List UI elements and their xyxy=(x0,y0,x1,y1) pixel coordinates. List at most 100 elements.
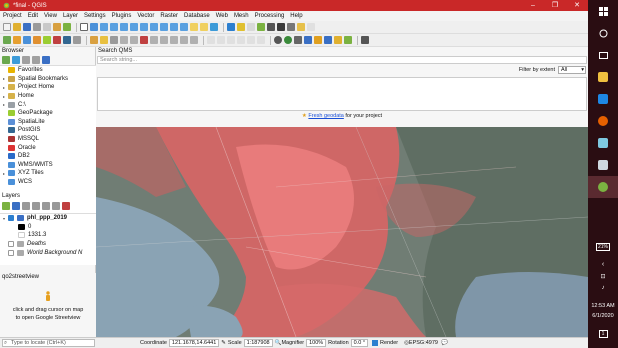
menu-raster[interactable]: Raster xyxy=(160,13,178,19)
locator-input[interactable]: ⌕ Type to locate (Ctrl+K) xyxy=(2,339,95,347)
save-as-icon[interactable] xyxy=(33,23,41,31)
manage-themes-icon[interactable] xyxy=(22,202,30,210)
measure-icon[interactable] xyxy=(277,23,285,31)
browser-item-wcs[interactable]: WCS xyxy=(0,178,96,187)
chevron-up-icon[interactable]: ‹ xyxy=(588,261,618,268)
identify-icon[interactable] xyxy=(227,23,235,31)
change-label-icon[interactable] xyxy=(257,36,265,44)
menu-vector[interactable]: Vector xyxy=(137,13,154,19)
clock-date[interactable]: 6/1/2020 xyxy=(588,313,618,319)
zoom-layer-icon[interactable] xyxy=(150,23,158,31)
search-button[interactable] xyxy=(588,22,618,44)
network-icon[interactable]: ⊡ xyxy=(588,273,618,280)
open-project-icon[interactable] xyxy=(13,23,21,31)
digitize-icon[interactable] xyxy=(120,36,128,44)
coordinate-field[interactable]: 121.1678,14.6441 xyxy=(168,339,220,347)
undo-icon[interactable] xyxy=(180,36,188,44)
style-layer-icon[interactable] xyxy=(2,202,10,210)
layer-checkbox[interactable] xyxy=(8,249,14,256)
layout-manager-icon[interactable] xyxy=(53,23,61,31)
browser-item-postgis[interactable]: PostGIS xyxy=(0,126,96,135)
cut-features-icon[interactable] xyxy=(150,36,158,44)
add-group-icon[interactable] xyxy=(12,202,20,210)
zoom-last-icon[interactable] xyxy=(170,23,178,31)
statistics-icon[interactable] xyxy=(267,23,275,31)
plugin-i-icon[interactable] xyxy=(361,36,369,44)
zoom-out-icon[interactable] xyxy=(110,23,118,31)
menu-help[interactable]: Help xyxy=(290,13,302,19)
layer-checkbox[interactable] xyxy=(8,215,14,222)
render-checkbox[interactable] xyxy=(372,340,379,346)
menu-web[interactable]: Web xyxy=(216,13,228,19)
browser-item-xyz-tiles[interactable]: ▸ XYZ Tiles xyxy=(0,169,96,178)
menu-edit[interactable]: Edit xyxy=(28,13,38,19)
menu-mesh[interactable]: Mesh xyxy=(234,13,249,19)
zoom-selection-icon[interactable] xyxy=(140,23,148,31)
taskbar-firefox[interactable] xyxy=(588,110,618,132)
collapse-all-icon[interactable] xyxy=(32,56,40,64)
menu-database[interactable]: Database xyxy=(184,13,210,19)
plugin-e-icon[interactable] xyxy=(314,36,322,44)
layer-row[interactable]: Deaths xyxy=(0,240,96,249)
browser-item-spatial-bookmarks[interactable]: ▸ Spatial Bookmarks xyxy=(0,75,96,84)
maximize-button[interactable]: ❐ xyxy=(544,0,566,11)
menu-view[interactable]: View xyxy=(44,13,57,19)
pan-to-selection-icon[interactable] xyxy=(90,23,98,31)
map-canvas[interactable] xyxy=(96,127,588,337)
browser-item-mssql[interactable]: MSSQL xyxy=(0,135,96,144)
zoom-native-icon[interactable] xyxy=(160,23,168,31)
add-raster-icon[interactable] xyxy=(23,36,31,44)
browser-item-home[interactable]: ▸ Home xyxy=(0,92,96,101)
pin-labels-icon[interactable] xyxy=(217,36,225,44)
save-project-icon[interactable] xyxy=(23,23,31,31)
scale-lock-icon[interactable]: ✎ xyxy=(221,340,226,346)
add-mesh-icon[interactable] xyxy=(33,36,41,44)
browser-item-c[interactable]: ▸ C:\ xyxy=(0,100,96,109)
notification-button[interactable]: 1 xyxy=(588,330,618,338)
magnifier-field[interactable]: 100% xyxy=(306,339,327,347)
volume-icon[interactable]: ♪ xyxy=(588,285,618,291)
plugin-d-icon[interactable] xyxy=(304,36,312,44)
add-spatialite-icon[interactable] xyxy=(53,36,61,44)
browser-item-oracle[interactable]: Oracle xyxy=(0,143,96,152)
menu-project[interactable]: Project xyxy=(3,13,22,19)
layer-row[interactable]: ▾ phl_ppp_2019 xyxy=(0,214,96,223)
expand-all-icon[interactable] xyxy=(42,202,50,210)
messages-icon[interactable]: 💬 xyxy=(441,340,448,346)
menu-plugins[interactable]: Plugins xyxy=(112,13,132,19)
refresh-icon[interactable] xyxy=(210,23,218,31)
delete-selected-icon[interactable] xyxy=(140,36,148,44)
menu-settings[interactable]: Settings xyxy=(84,13,106,19)
layer-checkbox[interactable] xyxy=(8,241,14,248)
start-button[interactable] xyxy=(588,0,618,22)
plugin-a-icon[interactable] xyxy=(274,36,282,44)
show-bookmarks-icon[interactable] xyxy=(200,23,208,31)
crs-label[interactable]: EPSG:4979 xyxy=(409,340,438,346)
menu-layer[interactable]: Layer xyxy=(63,13,78,19)
browser-item-geopackage[interactable]: GeoPackage xyxy=(0,109,96,118)
plugin-f-icon[interactable] xyxy=(324,36,332,44)
browser-item-db2[interactable]: DB2 xyxy=(0,152,96,161)
plugin-b-icon[interactable] xyxy=(284,36,292,44)
redo-icon[interactable] xyxy=(190,36,198,44)
task-view-button[interactable] xyxy=(588,44,618,66)
refresh-browser-icon[interactable] xyxy=(12,56,20,64)
style-manager-icon[interactable] xyxy=(63,23,71,31)
filter-browser-icon[interactable] xyxy=(22,56,30,64)
add-postgis-icon[interactable] xyxy=(63,36,71,44)
add-vector-icon[interactable] xyxy=(13,36,21,44)
print-layout-icon[interactable] xyxy=(43,23,51,31)
layer-row[interactable]: World Background N xyxy=(0,248,96,257)
text-annotation-icon[interactable] xyxy=(307,23,315,31)
pan-icon[interactable] xyxy=(80,23,88,31)
browser-item-favorites[interactable]: Favorites xyxy=(0,66,96,75)
field-calculator-icon[interactable] xyxy=(257,23,265,31)
new-bookmark-icon[interactable] xyxy=(190,23,198,31)
select-features-icon[interactable] xyxy=(237,23,245,31)
battery-indicator[interactable]: 21% xyxy=(588,243,618,251)
taskbar-qgis[interactable] xyxy=(588,176,618,198)
toggle-editing-icon[interactable] xyxy=(100,36,108,44)
browser-item-wms-wmts[interactable]: WMS/WMTS xyxy=(0,161,96,170)
data-source-manager-icon[interactable] xyxy=(3,36,11,44)
streetview-pegman-icon[interactable] xyxy=(0,291,96,304)
